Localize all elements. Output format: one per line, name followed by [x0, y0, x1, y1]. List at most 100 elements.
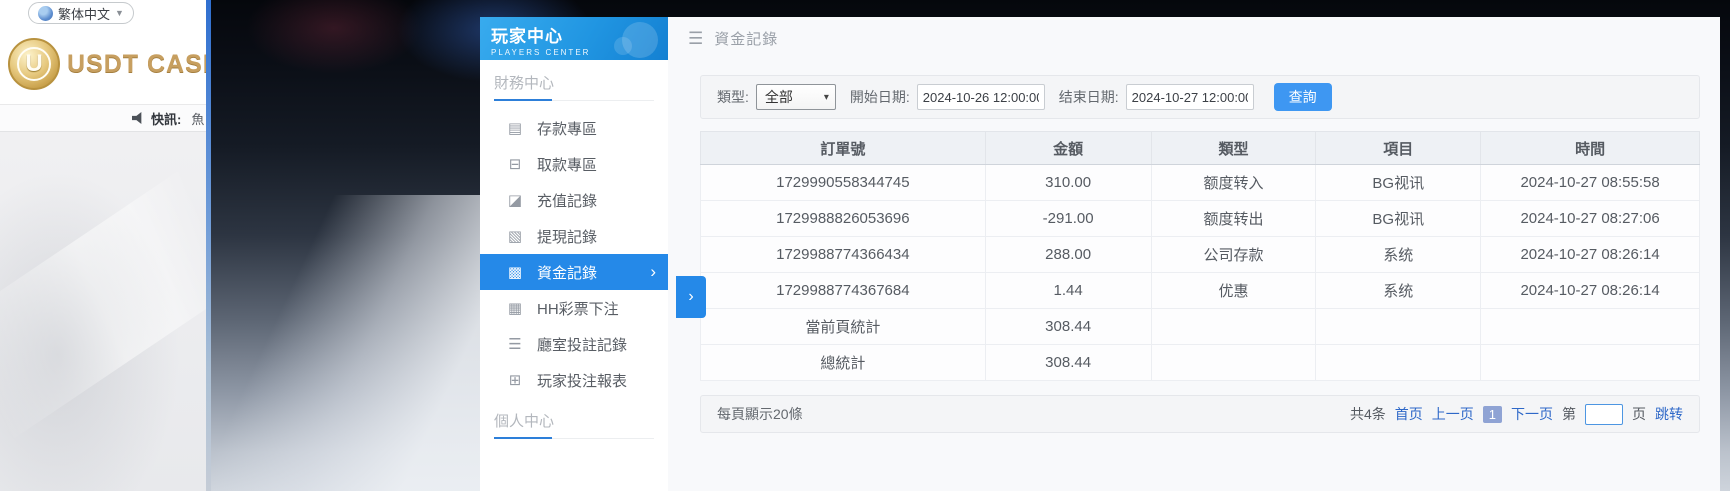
sidebar-item-label: HH彩票下注 [537, 300, 619, 318]
section-label: 個人中心 [494, 413, 555, 430]
cell-time: 2024-10-27 08:27:06 [1480, 200, 1700, 237]
language-label: 繁体中文 [58, 6, 111, 22]
cell-type: 公司存款 [1150, 236, 1317, 273]
total-count-text: 共4条 [1349, 406, 1386, 422]
cell-item: 系统 [1315, 272, 1482, 309]
pagination-bar: 每頁顯示20條 共4条 首页 上一页 1 下一页 第 页 跳转 [700, 395, 1700, 433]
sidebar-title: 玩家中心 [491, 27, 563, 46]
sidebar-item-recharge-records[interactable]: ◪ 充值記錄 [480, 182, 668, 218]
end-date-input[interactable] [1125, 84, 1254, 110]
list-icon: ☰ [508, 336, 522, 353]
language-selector[interactable]: 繁体中文 ▼ [28, 2, 134, 24]
cell-empty [1315, 344, 1482, 381]
sidebar-item-label: 資金記錄 [537, 264, 598, 282]
summary-value: 308.44 [984, 344, 1152, 381]
sidebar-item-player-bet-report[interactable]: ⊞ 玩家投注報表 [480, 362, 668, 398]
search-button[interactable]: 查詢 [1273, 83, 1332, 111]
table-header-row: 訂單號 金額 類型 項目 時間 [700, 131, 1700, 165]
cell-time: 2024-10-27 08:55:58 [1480, 164, 1700, 201]
watermark-background [0, 132, 206, 491]
news-ticker-text: 魚 [191, 111, 205, 127]
caret-down-icon: ▼ [115, 8, 124, 18]
sidebar-collapse-tab[interactable]: › [676, 276, 706, 318]
cell-time: 2024-10-27 08:26:14 [1480, 236, 1700, 273]
cell-empty [1480, 344, 1700, 381]
page-title: 資金記錄 [714, 31, 779, 48]
sidebar-item-label: 玩家投注報表 [537, 372, 628, 390]
site-header-column: 繁体中文 ▼ U USDT CASINO 快訊: 魚 [0, 0, 206, 491]
cell-time: 2024-10-27 08:26:14 [1480, 272, 1700, 309]
background-highlight [211, 195, 483, 491]
filter-bar: 類型: 全部 ▾ 開始日期: 结束日期: 查詢 [700, 75, 1700, 119]
news-ticker-bar: 快訊: 魚 [0, 104, 206, 132]
sidebar: 玩家中心 PLAYERS CENTER 財務中心 ▤ 存款專區 ⊟ 取款專區 ◪… [480, 17, 668, 491]
sidebar-item-label: 提現記錄 [537, 228, 598, 246]
cell-item: BG视讯 [1315, 164, 1482, 201]
deposit-card-icon: ▤ [507, 120, 523, 137]
col-amount: 金額 [984, 131, 1152, 165]
sidebar-item-room-bet-records[interactable]: ☰ 廳室投註記錄 [480, 326, 668, 362]
summary-value: 308.44 [984, 308, 1152, 345]
sidebar-item-label: 廳室投註記錄 [537, 336, 628, 354]
jump-button[interactable]: 跳转 [1655, 404, 1683, 424]
cell-empty [1480, 308, 1700, 345]
sidebar-item-label: 存款專區 [537, 120, 598, 138]
globe-icon [38, 5, 53, 21]
sidebar-item-funds-records[interactable]: ▩ 資金記錄 › [480, 254, 668, 290]
sidebar-item-hh-lottery-bets[interactable]: ▦ HH彩票下注 [480, 290, 668, 326]
table-row: 1729988774366434 288.00 公司存款 系统 2024-10-… [700, 236, 1700, 273]
hamburger-menu-icon[interactable]: ☰ [688, 29, 703, 49]
first-page-link[interactable]: 首页 [1395, 404, 1423, 424]
section-finance-center: 財務中心 [494, 72, 654, 101]
type-select[interactable]: 全部 ▾ [755, 84, 836, 110]
brand-logo: U USDT CASINO [8, 38, 206, 90]
cell-amount: 1.44 [984, 272, 1152, 309]
coin-letter: U [17, 47, 51, 81]
cell-amount: 310.00 [984, 164, 1152, 201]
cell-type: 额度转入 [1150, 164, 1317, 201]
wallet-icon: ▧ [507, 228, 523, 245]
prev-page-link[interactable]: 上一页 [1432, 404, 1474, 424]
cell-type: 额度转出 [1150, 200, 1317, 237]
summary-row-current-page: 當前頁統計 308.44 [700, 308, 1700, 345]
section-label: 財務中心 [494, 75, 555, 92]
col-order-id: 訂單號 [700, 131, 986, 165]
brand-name: USDT CASINO [67, 49, 206, 78]
caret-down-icon: ▾ [823, 91, 829, 103]
start-date-label: 開始日期: [849, 89, 910, 105]
ticket-icon: ▦ [507, 300, 523, 317]
sidebar-subtitle: PLAYERS CENTER [491, 48, 591, 57]
start-date-input[interactable] [916, 84, 1045, 110]
jump-page-input[interactable] [1585, 403, 1623, 425]
cell-order-id: 1729990558344745 [700, 164, 986, 201]
table-row: 1729988826053696 -291.00 额度转出 BG视讯 2024-… [700, 200, 1700, 237]
money-bag-icon: ◪ [507, 192, 523, 209]
cell-item: 系统 [1315, 236, 1482, 273]
summary-row-total: 總統計 308.44 [700, 344, 1700, 381]
current-page-indicator[interactable]: 1 [1482, 405, 1502, 423]
chevron-right-icon: › [650, 262, 656, 281]
sidebar-item-withdrawal-records[interactable]: ▧ 提現記錄 [480, 218, 668, 254]
news-label: 快訊: [151, 111, 182, 127]
withdraw-hand-icon: ⊟ [508, 156, 522, 173]
jump-suffix-label: 页 [1632, 406, 1646, 422]
summary-label: 當前頁統計 [700, 308, 986, 345]
cell-order-id: 1729988774367684 [700, 272, 986, 309]
report-icon: ⊞ [508, 372, 522, 389]
col-item: 項目 [1315, 131, 1482, 165]
cell-amount: -291.00 [984, 200, 1152, 237]
next-page-link[interactable]: 下一页 [1511, 404, 1553, 424]
main-header: ☰ 資金記錄 [668, 17, 1720, 60]
jump-prefix-label: 第 [1562, 406, 1576, 422]
end-date-label: 结束日期: [1058, 89, 1119, 105]
cell-empty [1315, 308, 1482, 345]
main-panel: ☰ 資金記錄 › 類型: 全部 ▾ 開始日期: 结束日期: 查詢 訂單號 [668, 17, 1720, 491]
funds-table-wrapper: 訂單號 金額 類型 項目 時間 1729990558344745 310.00 … [700, 131, 1700, 381]
coin-logo-icon: U [8, 38, 60, 90]
cell-empty [1150, 308, 1317, 345]
sidebar-item-withdraw-zone[interactable]: ⊟ 取款專區 [480, 146, 668, 182]
speaker-icon [132, 112, 142, 124]
sidebar-item-deposit-zone[interactable]: ▤ 存款專區 [480, 110, 668, 146]
cell-type: 优惠 [1150, 272, 1317, 309]
sidebar-header: 玩家中心 PLAYERS CENTER [480, 17, 668, 60]
